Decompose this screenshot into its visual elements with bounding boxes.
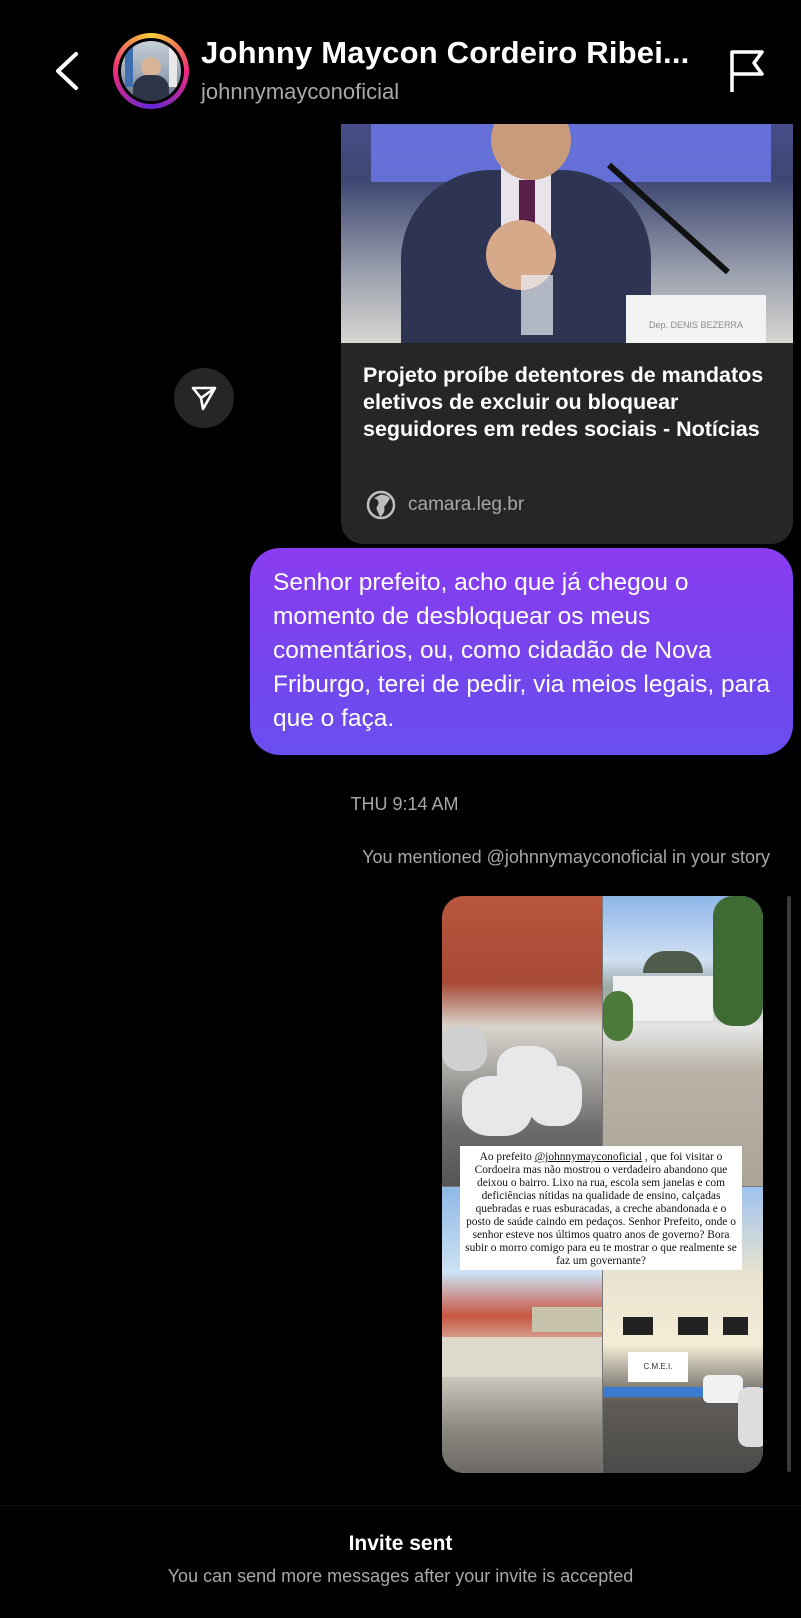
shared-link-card[interactable]: Dep. DENIS BEZERRA Projeto proíbe detent…: [341, 110, 793, 544]
send-icon: [191, 386, 217, 411]
avatar[interactable]: [113, 33, 189, 109]
sent-message-bubble[interactable]: Senhor prefeito, acho que já chegou o mo…: [250, 548, 793, 755]
chevron-left-icon: [56, 52, 78, 90]
globe-icon: [366, 490, 396, 520]
forward-button[interactable]: [174, 368, 234, 428]
report-button[interactable]: [727, 48, 767, 94]
chat-header: Johnny Maycon Cordeiro Ribei... johnnyma…: [0, 0, 801, 124]
story-preview[interactable]: C.M.E.I. Ao prefeito @johnnymayconoficia…: [442, 896, 763, 1473]
invite-status-title: Invite sent: [348, 1532, 453, 1555]
scrollbar[interactable]: [787, 896, 791, 1472]
timestamp: THU 9:14 AM: [350, 794, 459, 814]
back-button[interactable]: [48, 46, 88, 96]
building-sign: C.M.E.I.: [628, 1352, 688, 1382]
message-text: Senhor prefeito, acho que já chegou o mo…: [273, 569, 771, 732]
shared-link-title: Projeto proíbe detentores de mandatos el…: [363, 363, 764, 441]
story-mention-note: You mentioned @johnnymayconoficial in yo…: [362, 847, 770, 867]
contact-username[interactable]: johnnymayconoficial: [201, 79, 399, 105]
story-caption: Ao prefeito @johnnymayconoficial , que f…: [460, 1146, 742, 1270]
contact-name[interactable]: Johnny Maycon Cordeiro Ribei...: [201, 35, 691, 71]
invite-status-subtitle: You can send more messages after your in…: [167, 1566, 634, 1586]
photo-nameplate: Dep. DENIS BEZERRA: [626, 295, 766, 343]
flag-icon: [730, 50, 764, 92]
shared-link-image: Dep. DENIS BEZERRA: [341, 110, 793, 343]
story-photo-street: [603, 896, 763, 1186]
story-caption-tag: @johnnymayconoficial: [534, 1151, 642, 1163]
footer-divider: [0, 1505, 801, 1506]
shared-link-domain: camara.leg.br: [408, 494, 525, 515]
story-photo-trash: [442, 896, 602, 1186]
